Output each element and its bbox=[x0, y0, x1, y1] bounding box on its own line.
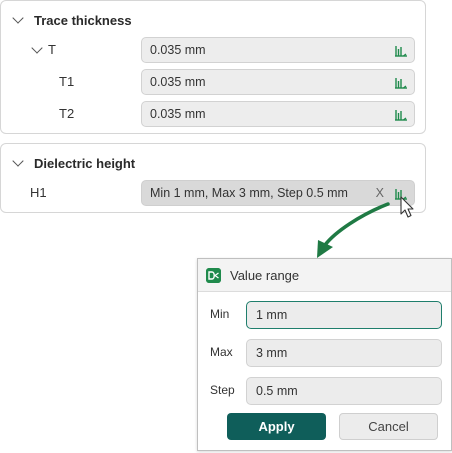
value-range-icon[interactable] bbox=[394, 186, 408, 200]
step-input[interactable]: 0.5 mm bbox=[246, 377, 442, 405]
row-label-t2: T2 bbox=[59, 106, 75, 121]
apply-button[interactable]: Apply bbox=[227, 413, 326, 440]
max-label: Max bbox=[210, 345, 233, 359]
app-logo-icon bbox=[206, 268, 221, 283]
callout-arrowhead bbox=[317, 240, 333, 258]
section-title-dielectric-height: Dielectric height bbox=[34, 156, 136, 171]
min-input[interactable]: 1 mm bbox=[246, 301, 442, 329]
chevron-down-icon[interactable] bbox=[12, 155, 24, 167]
t2-value-field[interactable]: 0.035 mm bbox=[141, 101, 415, 127]
t2-value: 0.035 mm bbox=[150, 107, 206, 121]
max-input[interactable]: 3 mm bbox=[246, 339, 442, 367]
value-range-icon[interactable] bbox=[394, 107, 408, 121]
row-label-h1: H1 bbox=[30, 185, 47, 200]
value-range-popup: Value range Min 1 mm Max 3 mm Step 0.5 m… bbox=[197, 258, 452, 451]
popup-header: Value range bbox=[198, 259, 451, 292]
t-value: 0.035 mm bbox=[150, 43, 206, 57]
chevron-down-icon[interactable] bbox=[12, 12, 24, 24]
cancel-button[interactable]: Cancel bbox=[339, 413, 438, 440]
min-label: Min bbox=[210, 307, 230, 321]
row-label-t: T bbox=[48, 42, 56, 57]
clear-value-button[interactable]: X bbox=[376, 181, 384, 205]
chevron-down-icon[interactable] bbox=[31, 42, 43, 54]
t1-value-field[interactable]: 0.035 mm bbox=[141, 69, 415, 95]
t-value-field[interactable]: 0.035 mm bbox=[141, 37, 415, 63]
h1-value-field[interactable]: Min 1 mm, Max 3 mm, Step 0.5 mm X bbox=[141, 180, 415, 206]
popup-title: Value range bbox=[230, 268, 300, 283]
dielectric-height-panel: Dielectric height H1 Min 1 mm, Max 3 mm,… bbox=[0, 143, 426, 213]
step-label: Step bbox=[210, 383, 235, 397]
value-range-icon[interactable] bbox=[394, 75, 408, 89]
trace-thickness-panel: Trace thickness T 0.035 mm T1 0.035 mm T… bbox=[0, 0, 426, 134]
h1-value: Min 1 mm, Max 3 mm, Step 0.5 mm bbox=[150, 186, 348, 200]
section-title-trace-thickness: Trace thickness bbox=[34, 13, 132, 28]
value-range-icon[interactable] bbox=[394, 43, 408, 57]
t1-value: 0.035 mm bbox=[150, 75, 206, 89]
row-label-t1: T1 bbox=[59, 74, 75, 89]
